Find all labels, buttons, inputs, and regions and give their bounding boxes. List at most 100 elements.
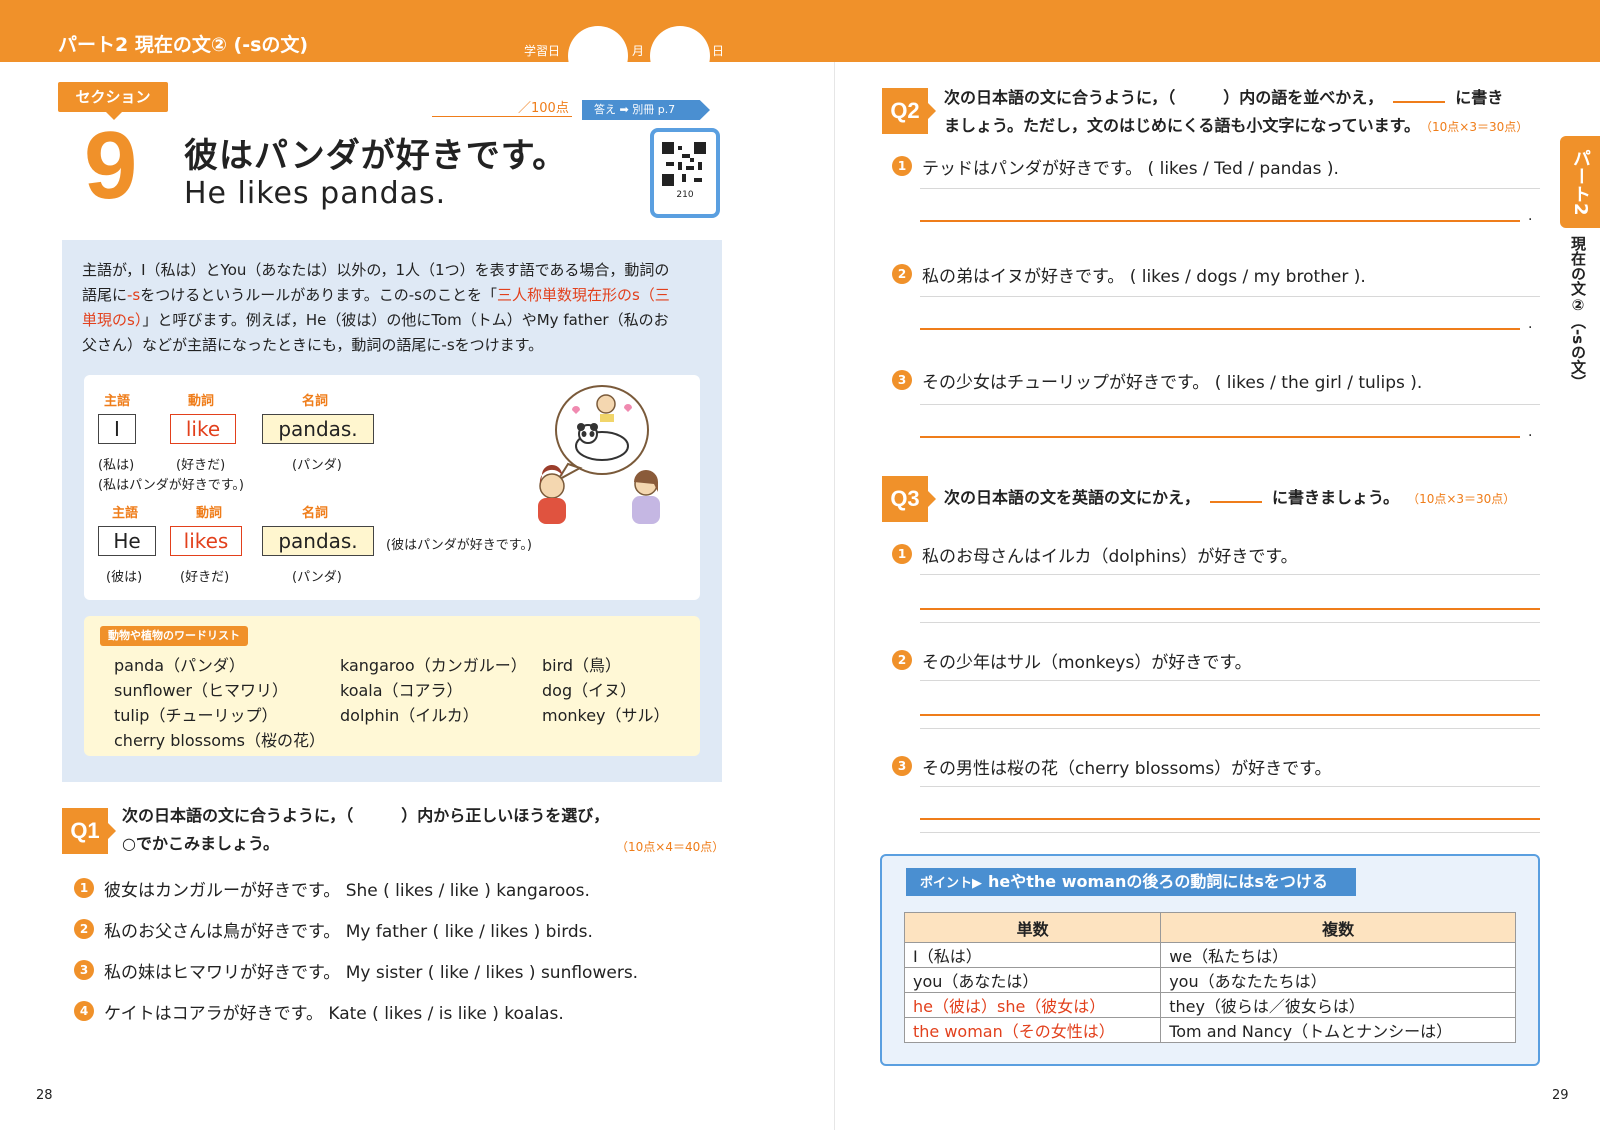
header-singular: 単数 [903,912,1162,943]
q3-guide-3b [920,832,1540,833]
q1-item-1[interactable]: 彼女はカンガルーが好きです。 She ( likes / like ) kang… [104,876,590,901]
table-cell: I（私は） [903,942,1162,968]
table-header-row: 単数 複数 [903,912,1516,943]
q2-item-3: その少女はチューリップが好きです。 ( likes / the girl / t… [922,373,1423,393]
panda-illustration [538,385,660,524]
s1-subject-box: I [98,414,136,444]
q1-item-4[interactable]: ケイトはコアラが好きです。 Kate ( likes / is like ) k… [104,999,564,1024]
q2-points: （10点×3＝30点） [1426,120,1529,134]
header-noun-2: 名詞 [302,506,329,521]
q1-item-4-number: 4 [74,1001,94,1021]
word-kangaroo: kangaroo（カンガルー） [340,656,527,675]
q2-instruction-1: 次の日本語の文に合うように，（ ）内の語を並べかえ， に書き [944,84,1503,111]
explanation-line-2c: をつけるというルールがあります。この-sのことを「 [140,286,497,304]
q3-guide-2a [920,680,1540,681]
q1-item-3[interactable]: 私の妹はヒマワリが好きです。 My sister ( like / likes … [104,958,638,983]
q3-item-2-number: 2 [892,650,912,670]
q3-answer-line-1[interactable] [920,608,1540,610]
month-label: 月 [632,44,645,58]
explanation-text: 主語が，I（私は）とYou（あなたは）以外の，1人（1つ）を表す語である場合，動… [82,258,702,358]
s1-gloss-subject: (私は) [98,458,135,473]
s1-verb-box: like [170,414,236,444]
s2-verb-box: likes [170,526,242,556]
word-list-title: 動物や植物のワードリスト [100,626,248,646]
word-sunflower: sunflower（ヒマワリ） [114,681,288,700]
q2-guide-3 [920,404,1540,405]
q3-item-1-number: 1 [892,544,912,564]
qr-number: 210 [676,190,694,200]
word-tulip: tulip（チューリップ） [114,706,278,725]
q3-guide-3a [920,786,1540,787]
header-subject-2: 主語 [112,506,139,521]
q3-badge: Q3 [882,476,936,522]
s2-subject-box: He [98,526,156,556]
word-dolphin: dolphin（イルカ） [340,706,479,725]
page-number-right: 29 [1552,1088,1569,1103]
q3-instruction: 次の日本語の文を英語の文にかえ， に書きましょう。 （10点×3＝30点） [944,484,1515,513]
table-row: he（彼は）she（彼女は） they（彼らは／彼女らは） [903,992,1516,1018]
word-koala: koala（コアラ） [340,681,463,700]
q3-instruction-b: に書きましょう。 [1272,488,1400,507]
q3-answer-line-2[interactable] [920,714,1540,716]
q2-guide-1 [920,188,1540,189]
q1-points: （10点×4＝40点） [616,840,725,854]
word-dog: dog（イヌ） [542,681,637,700]
q3-guide-2b [920,728,1540,729]
q2-instruction-1b: に書き [1455,88,1504,107]
q3-guide-1b [920,622,1540,623]
q2-instruction-2: ましょう。ただし，文のはじめにくる語も小文字になっています。 （10点×3＝30点… [944,112,1528,141]
qr-code-icon[interactable] [662,142,706,186]
q1-item-3-number: 3 [74,960,94,980]
q2-answer-line-3[interactable] [920,436,1520,438]
q2-badge: Q2 [882,88,936,134]
page-spine [834,62,835,1130]
day-field[interactable] [650,26,710,86]
q3-answer-line-3[interactable] [920,818,1540,820]
q3-instruction-a: 次の日本語の文を英語の文にかえ， [944,488,1201,507]
s1-noun-box: pandas. [262,414,374,444]
header-verb-2: 動詞 [196,506,223,521]
s2-noun-box: pandas. [262,526,374,556]
q2-item-3-number: 3 [892,370,912,390]
q3-guide-1a [920,574,1540,575]
q2-item-2-number: 2 [892,264,912,284]
score-total: ／100点 [518,101,569,116]
q1-item-2[interactable]: 私のお父さんは鳥が好きです。 My father ( like / likes … [104,917,593,942]
s1-gloss-verb: (好きだ) [176,458,226,473]
table-row: you（あなたは） you（あなたたちは） [903,967,1516,993]
s1-translation: (私はパンダが好きです。) [98,478,244,493]
table-cell: they（彼らは／彼女らは） [1160,992,1516,1018]
third-person-term: 三人称単数現在形のs（三 [496,286,670,304]
lesson-title-en: He likes pandas. [184,176,447,211]
header-plural: 複数 [1160,912,1516,943]
q1-instruction-2: ○でかこみましょう。 [122,834,280,853]
q2-instruction-2-text: ましょう。ただし，文のはじめにくる語も小文字になっています。 [944,116,1421,135]
word-bird: bird（鳥） [542,656,622,675]
explanation-line-3: 単現のs）」と呼びます。例えば，He（彼は）の他にTom（トム）やMy fath… [82,308,702,333]
q2-period-3: . [1528,424,1533,440]
answer-reference-tag[interactable]: 答え ➡ 別冊 p.7 [582,100,710,120]
q1-badge: Q1 [62,808,116,854]
explanation-line-1: 主語が，I（私は）とYou（あなたは）以外の，1人（1つ）を表す語である場合，動… [82,261,670,279]
s-suffix: -s [127,286,141,304]
explanation-line-3b: 」と呼びます。例えば，He（彼は）の他にTom（トム）やMy father（私の… [142,311,669,329]
s2-translation: (彼はパンダが好きです。) [386,538,532,553]
q3-item-3: その男性は桜の花（cherry blossoms）が好きです。 [922,759,1332,779]
month-field[interactable] [568,26,628,86]
day-label: 日 [712,44,725,58]
s2-gloss-subject: (彼は) [106,570,143,585]
q2-answer-line-1[interactable] [920,220,1520,222]
q2-answer-line-2[interactable] [920,328,1520,330]
explanation-line-2: 語尾に-sをつけるというルールがあります。この-sのことを「三人称単数現在形のs… [82,283,702,308]
word-cherry-blossoms: cherry blossoms（桜の花） [114,731,325,750]
q3-blank-sample [1210,501,1263,503]
score-line [432,116,572,117]
q1-instruction-1: 次の日本語の文に合うように，（ ）内から正しいほうを選び， [122,806,610,825]
s2-gloss-verb: (好きだ) [180,570,230,585]
s2-gloss-noun: (パンダ) [292,570,342,585]
side-tab-part[interactable]: パート2 [1560,136,1600,228]
table-cell-highlight: he（彼は）she（彼女は） [903,992,1162,1018]
header-verb: 動詞 [188,394,215,409]
word-monkey: monkey（サル） [542,706,670,725]
q2-item-2: 私の弟はイヌが好きです。 ( likes / dogs / my brother… [922,267,1366,287]
